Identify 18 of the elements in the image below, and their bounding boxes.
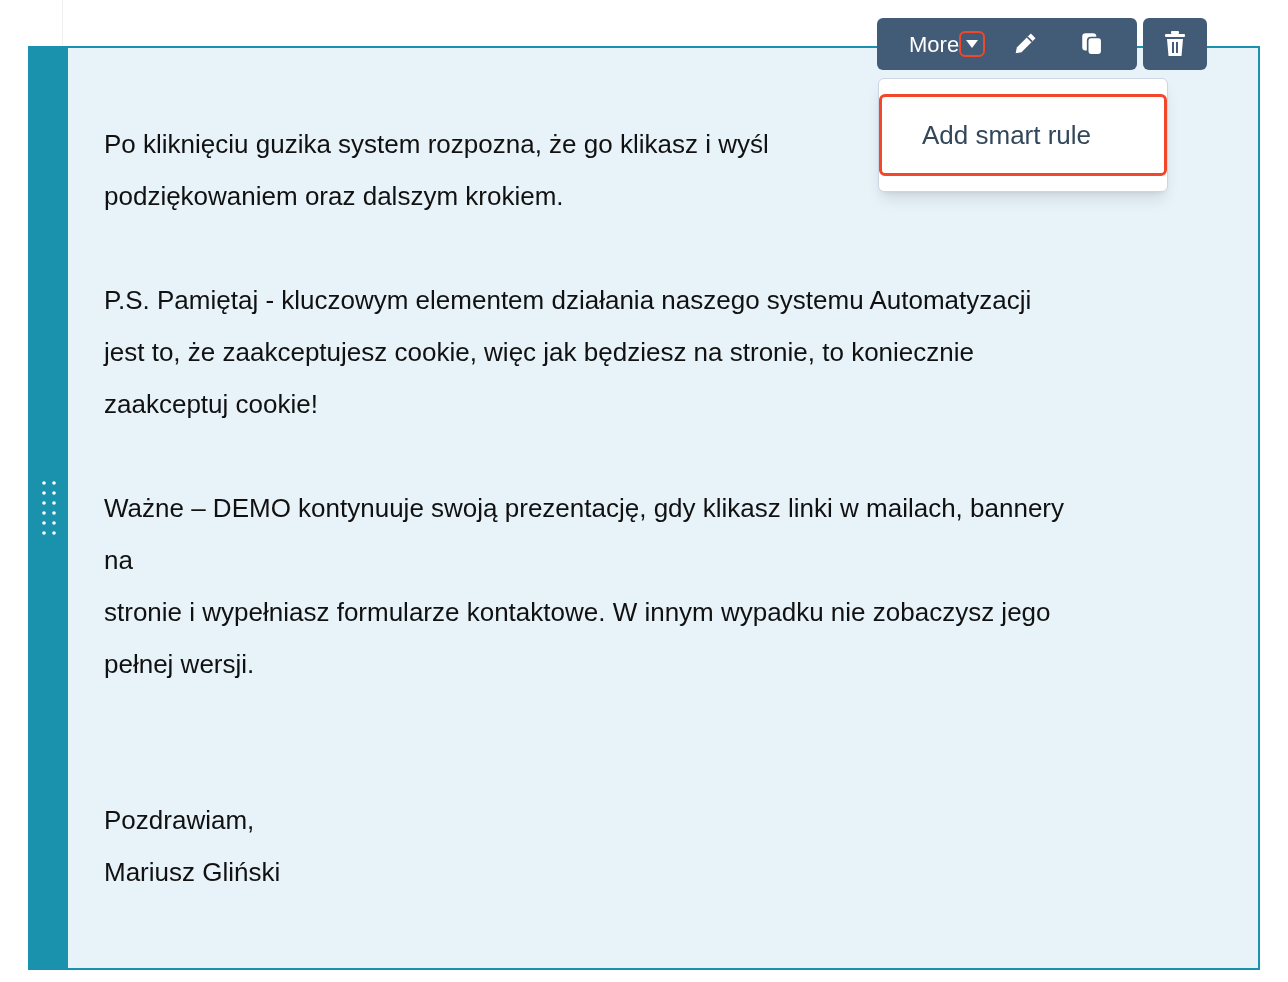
body-text-line: podziękowaniem oraz dalszym krokiem.	[104, 180, 564, 213]
body-text-line: Mariusz Gliński	[104, 856, 281, 889]
body-text-line: P.S. Pamiętaj - kluczowym elementem działania naszego systemu Automatyzacji	[104, 284, 1032, 317]
body-text-line: stronie i wypełniasz formularze kontaktowe. W innym wypadku nie zobaczysz jego	[104, 596, 1051, 629]
body-text-line: Po kliknięciu guzika system rozpozna, że go klikasz i wyśl	[104, 128, 769, 161]
delete-button[interactable]	[1143, 18, 1207, 70]
more-button[interactable]: More	[909, 27, 960, 61]
section-handle-bar[interactable]	[30, 48, 68, 968]
body-text-line: na	[104, 544, 133, 577]
body-text-line: pełnej wersji.	[104, 648, 255, 681]
trash-icon	[1163, 30, 1187, 58]
menu-item[interactable]: Add smart rule	[879, 94, 1167, 176]
body-text-line: Pozdrawiam,	[104, 804, 255, 837]
drag-handle-icon[interactable]	[42, 481, 56, 535]
body-text-line: zaakceptuj cookie!	[104, 388, 318, 421]
body-text-line: jest to, że zaakceptujesz cookie, więc jak będziesz na stronie, to koniecznie	[104, 336, 974, 369]
caret-icon[interactable]	[959, 31, 986, 57]
body-text-line: Ważne – DEMO kontynuuje swoją prezentację, gdy klikasz linki w mailach, bannery	[104, 492, 1065, 525]
